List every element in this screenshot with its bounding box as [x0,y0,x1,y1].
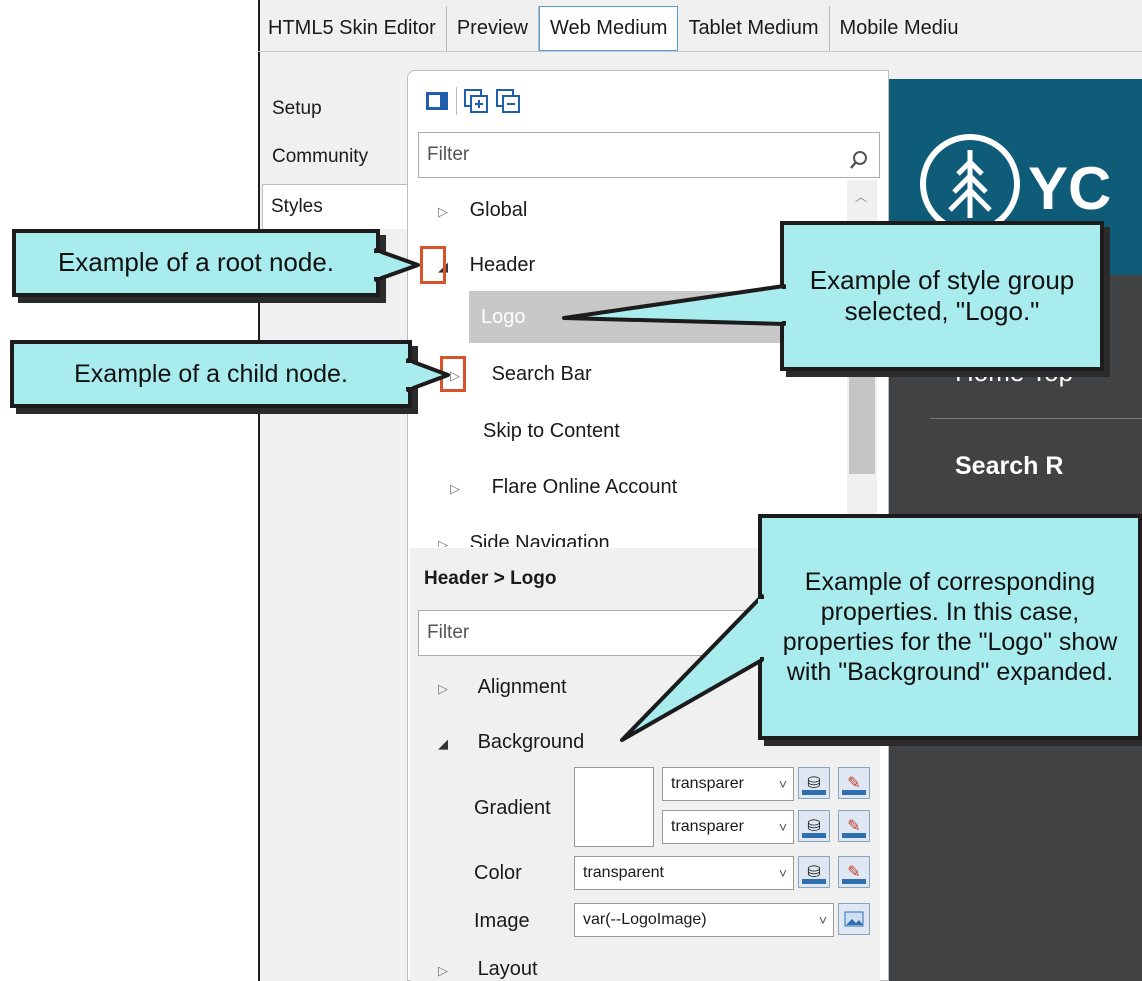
tree-node-label: Skip to Content [483,420,620,442]
expand-arrow-icon[interactable]: ▷ [438,963,452,979]
callout-root-node: Example of a root node. [12,229,380,297]
chevron-down-icon: ˅ [778,776,787,792]
style-filter-input[interactable]: Filter [418,132,880,178]
callout-style-group: Example of style group selected, "Logo." [780,221,1104,371]
scroll-up-icon[interactable]: ︿ [855,188,867,205]
properties-title: Header > Logo [424,568,557,589]
sidebar-item-setup[interactable]: Setup [262,87,402,131]
image-label: Image [474,910,530,932]
tree-node-label: Search Bar [491,363,592,385]
gradient-color-2-value: transparer [671,818,744,835]
expand-all-icon[interactable] [463,88,489,114]
gradient-label: Gradient [474,797,551,819]
collapse-arrow-icon[interactable]: ◢ [438,736,452,752]
preview-search-text: Search R [955,452,1064,480]
expand-arrow-icon[interactable]: ▷ [438,525,452,547]
paint-bucket-button[interactable]: ⛁ [798,856,830,888]
tab-preview[interactable]: Preview [447,6,539,51]
tree-node-search-bar[interactable]: ▷ Search Bar [450,354,592,394]
expand-arrow-icon[interactable]: ▷ [438,681,452,697]
callout-pointer [562,284,790,326]
color-label: Color [474,862,522,884]
property-group-label: Background [477,731,585,753]
property-group-background[interactable]: ◢ Background [438,731,584,754]
sidebar-item-community[interactable]: Community [262,135,402,179]
property-group-label: Layout [477,958,538,980]
gradient-color-1-select[interactable]: transparer ˅ [662,767,794,801]
callout-child-node: Example of a child node. [10,340,412,408]
paint-bucket-button[interactable]: ⛁ [798,810,830,842]
preview-logo-text: YC [1028,155,1112,222]
sidebar-item-styles[interactable]: Styles [262,184,408,230]
gradient-color-2-select[interactable]: transparer ˅ [662,810,794,844]
callout-pointer [404,358,450,392]
eyedropper-button[interactable]: ✎ [838,856,870,888]
property-group-label: Alignment [477,676,567,698]
background-image-value: var(--LogoImage) [583,911,707,928]
preview-divider [930,418,1142,419]
expand-arrow-icon[interactable]: ▷ [450,469,464,509]
styles-toolbar [424,84,521,118]
background-color-select[interactable]: transparent ˅ [574,856,794,890]
tree-node-side-navigation[interactable]: ▷ Side Navigation [438,523,610,547]
chevron-down-icon: ˅ [818,912,827,928]
search-icon[interactable] [849,143,869,169]
tree-node-label: Flare Online Account [491,476,678,498]
toolbar-divider [456,87,457,115]
style-filter-placeholder: Filter [427,144,470,165]
callout-pointer [620,594,768,742]
root-node-highlight [420,246,446,284]
tree-node-label: Global [469,199,528,221]
paint-bucket-button[interactable]: ⛁ [798,767,830,799]
eyedropper-button[interactable]: ✎ [838,767,870,799]
editor-tab-bar: HTML5 Skin Editor Preview Web Medium Tab… [258,6,1142,52]
property-group-layout[interactable]: ▷ Layout [438,958,538,981]
tree-node-label: Logo [481,306,526,328]
tree-node-label: Header [469,254,536,276]
background-color-value: transparent [583,864,664,881]
tab-web-medium[interactable]: Web Medium [538,6,679,51]
tab-tablet-medium[interactable]: Tablet Medium [678,6,830,51]
tree-node-label: Side Navigation [469,532,610,547]
gradient-swatch[interactable] [574,767,654,847]
tree-node-global[interactable]: ▷ Global [438,190,527,230]
chevron-down-icon: ˅ [778,819,787,835]
toggle-panel-icon[interactable] [424,88,450,114]
gradient-color-1-value: transparer [671,775,744,792]
property-group-alignment[interactable]: ▷ Alignment [438,676,567,699]
properties-filter-placeholder: Filter [427,622,470,643]
tree-node-header[interactable]: ◢ Header [438,245,535,285]
tree-node-flare-online-account[interactable]: ▷ Flare Online Account [450,467,677,507]
image-browse-button[interactable] [838,903,870,935]
expand-arrow-icon[interactable]: ▷ [438,192,452,232]
tree-logo-icon [920,134,1020,234]
chevron-down-icon: ˅ [778,865,787,881]
callout-properties: Example of corresponding properties. In … [758,514,1142,740]
eyedropper-button[interactable]: ✎ [838,810,870,842]
background-image-select[interactable]: var(--LogoImage) ˅ [574,903,834,937]
callout-pointer [372,248,420,282]
tab-html5-skin-editor[interactable]: HTML5 Skin Editor [258,6,447,51]
tab-mobile-medium[interactable]: Mobile Mediu [830,6,969,51]
collapse-all-icon[interactable] [495,88,521,114]
image-icon [844,911,864,927]
tree-node-skip-to-content[interactable]: Skip to Content [483,411,620,451]
